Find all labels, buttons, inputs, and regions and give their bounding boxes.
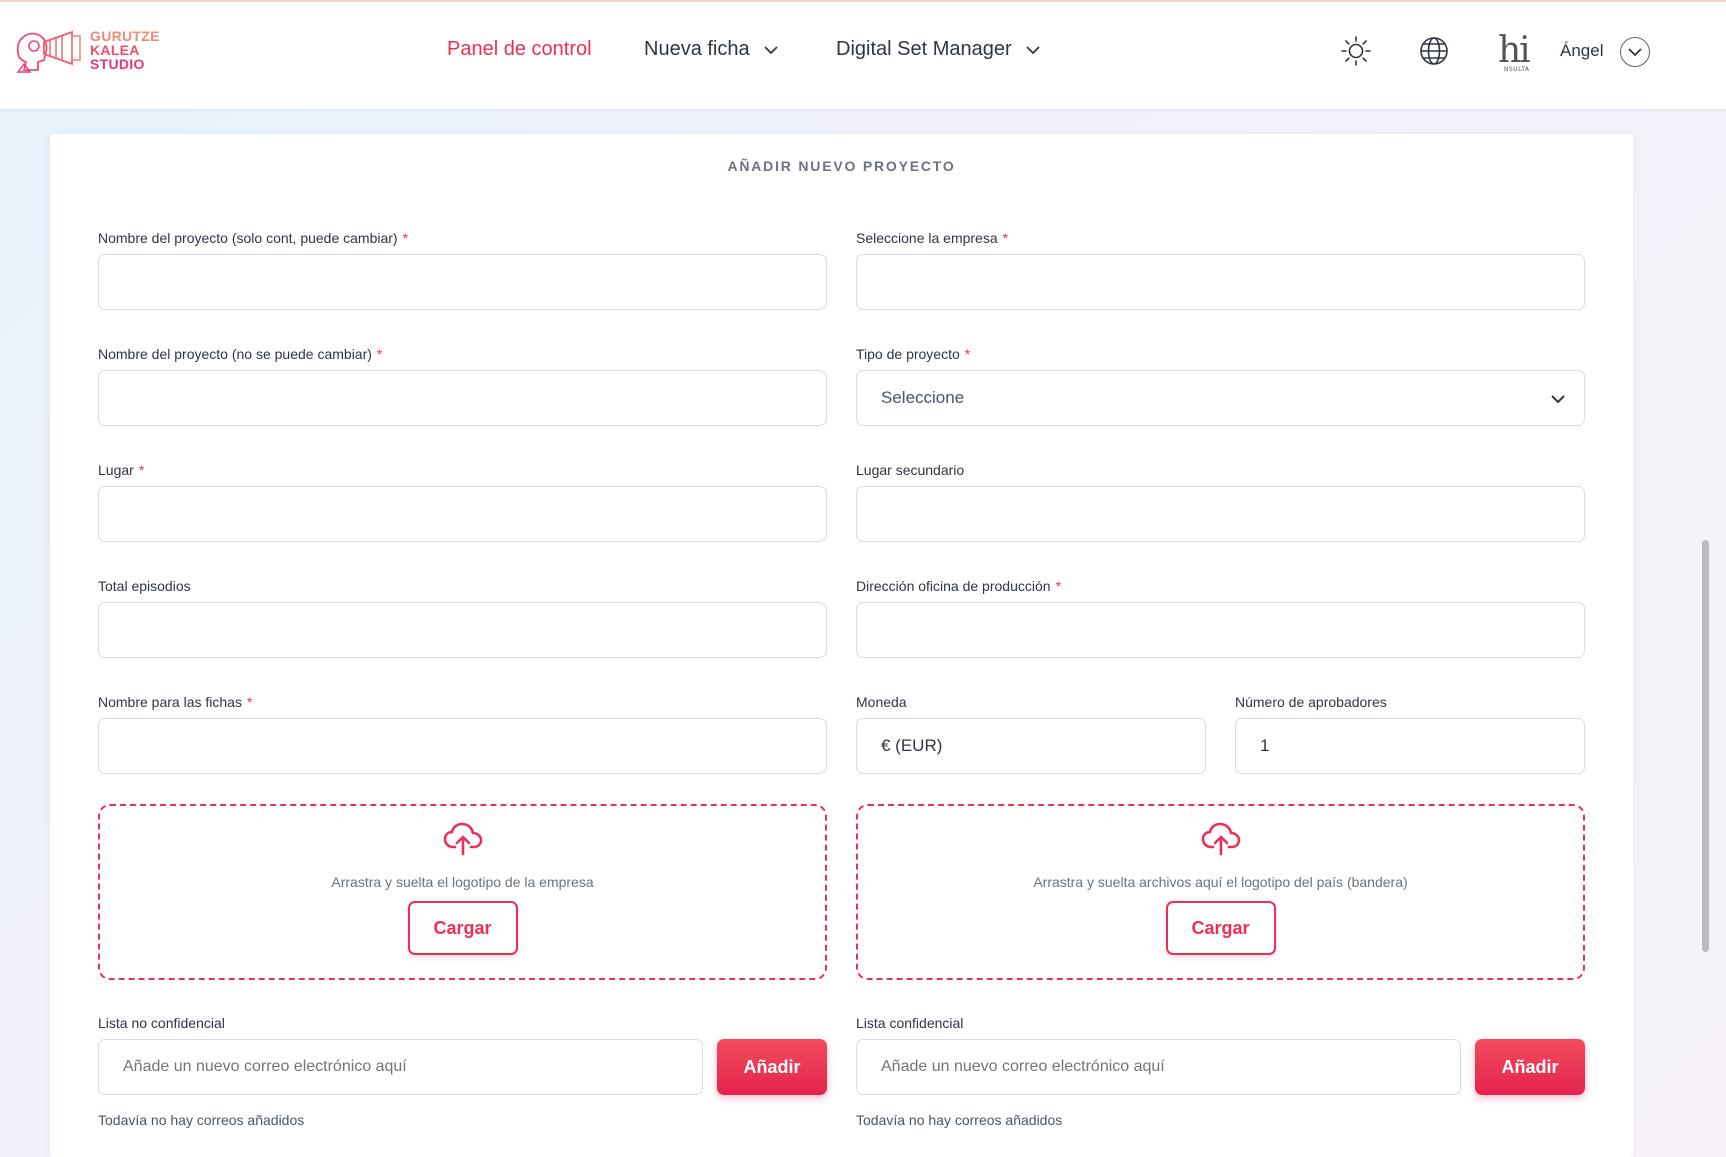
brand-wordmark: GURUTZE KALEA STUDIO <box>90 29 160 71</box>
nav-label: Panel de control <box>447 38 592 60</box>
place-input[interactable] <box>98 486 827 542</box>
chevron-down-icon <box>1550 390 1566 410</box>
project-type-value: Seleccione <box>881 388 965 407</box>
sun-icon[interactable] <box>1340 35 1372 67</box>
sheet-name-input[interactable] <box>98 718 827 774</box>
brand-line-1: GURUTZE <box>90 28 160 44</box>
company-logo-dropzone[interactable]: Arrastra y suelta el logotipo de la empr… <box>98 804 827 980</box>
place-label: Lugar * <box>98 462 145 478</box>
brand-mark-icon <box>16 30 81 73</box>
company-logo-dropzone-text: Arrastra y suelta el logotipo de la empr… <box>331 874 594 890</box>
company-label: Seleccione la empresa * <box>856 230 1009 246</box>
new-project-form-card: AÑADIR NUEVO PROYECTO Nombre del proyect… <box>50 134 1633 1157</box>
avatar-text: hi <box>1498 30 1531 71</box>
avatar[interactable]: hi NSULTA <box>1490 30 1552 74</box>
confidential-list-label: Lista confidencial <box>856 1015 964 1031</box>
cloud-upload-icon <box>1201 822 1241 861</box>
secondary-place-input[interactable] <box>856 486 1585 542</box>
secondary-place-label: Lugar secundario <box>856 462 965 478</box>
globe-icon[interactable] <box>1418 35 1450 67</box>
brand-line-2: KALEA <box>90 42 140 58</box>
country-flag-upload-button[interactable]: Cargar <box>1165 901 1276 955</box>
brand-logo[interactable]: GURUTZE KALEA STUDIO <box>14 26 174 78</box>
non-confidential-add-button[interactable]: Añadir <box>717 1039 827 1095</box>
project-type-label: Tipo de proyecto * <box>856 346 971 362</box>
sheet-name-label: Nombre para las fichas * <box>98 694 253 710</box>
project-name-fixed-label: Nombre del proyecto (no se puede cambiar… <box>98 346 383 362</box>
approvers-label: Número de aprobadores <box>1235 694 1387 710</box>
non-confidential-email-input[interactable] <box>98 1039 703 1095</box>
total-episodes-input[interactable] <box>98 602 827 658</box>
country-flag-dropzone-text: Arrastra y suelta archivos aquí el logot… <box>1033 874 1408 890</box>
chevron-down-icon <box>1026 45 1040 55</box>
project-name-editable-label: Nombre del proyecto (solo cont, puede ca… <box>98 230 409 246</box>
username[interactable]: Ángel <box>1560 41 1603 61</box>
nav-panel-de-control[interactable]: Panel de control <box>447 38 592 61</box>
page-title: AÑADIR NUEVO PROYECTO <box>727 158 956 174</box>
non-confidential-list-label: Lista no confidencial <box>98 1015 225 1031</box>
nav-label: Nueva ficha <box>644 38 750 60</box>
office-address-input[interactable] <box>856 602 1585 658</box>
brand-line-3: STUDIO <box>90 56 145 72</box>
company-select-input[interactable] <box>856 254 1585 310</box>
country-flag-dropzone[interactable]: Arrastra y suelta archivos aquí el logot… <box>856 804 1585 980</box>
approvers-input[interactable]: 1 <box>1235 718 1585 774</box>
confidential-add-button[interactable]: Añadir <box>1475 1039 1585 1095</box>
chevron-down-icon <box>1628 48 1642 57</box>
office-address-label: Dirección oficina de producción * <box>856 578 1062 594</box>
user-menu-toggle[interactable] <box>1620 37 1650 67</box>
nav-digital-set-manager[interactable]: Digital Set Manager <box>836 38 1040 61</box>
currency-label: Moneda <box>856 694 907 710</box>
project-name-fixed-input[interactable] <box>98 370 827 426</box>
top-header: GURUTZE KALEA STUDIO Panel de control Nu… <box>0 2 1726 110</box>
project-type-select[interactable]: Seleccione <box>856 370 1585 426</box>
company-logo-upload-button[interactable]: Cargar <box>407 901 518 955</box>
page-scrollbar-thumb[interactable] <box>1702 540 1709 952</box>
project-name-editable-input[interactable] <box>98 254 827 310</box>
confidential-email-input[interactable] <box>856 1039 1461 1095</box>
nav-label: Digital Set Manager <box>836 38 1012 60</box>
currency-input[interactable]: € (EUR) <box>856 718 1206 774</box>
avatar-subtext: NSULTA <box>1504 66 1530 73</box>
cloud-upload-icon <box>443 822 483 861</box>
chevron-down-icon <box>763 45 778 55</box>
non-confidential-empty-note: Todavía no hay correos añadidos <box>98 1112 305 1128</box>
confidential-empty-note: Todavía no hay correos añadidos <box>856 1112 1063 1128</box>
nav-nueva-ficha[interactable]: Nueva ficha <box>644 38 778 61</box>
total-episodes-label: Total episodios <box>98 578 191 594</box>
